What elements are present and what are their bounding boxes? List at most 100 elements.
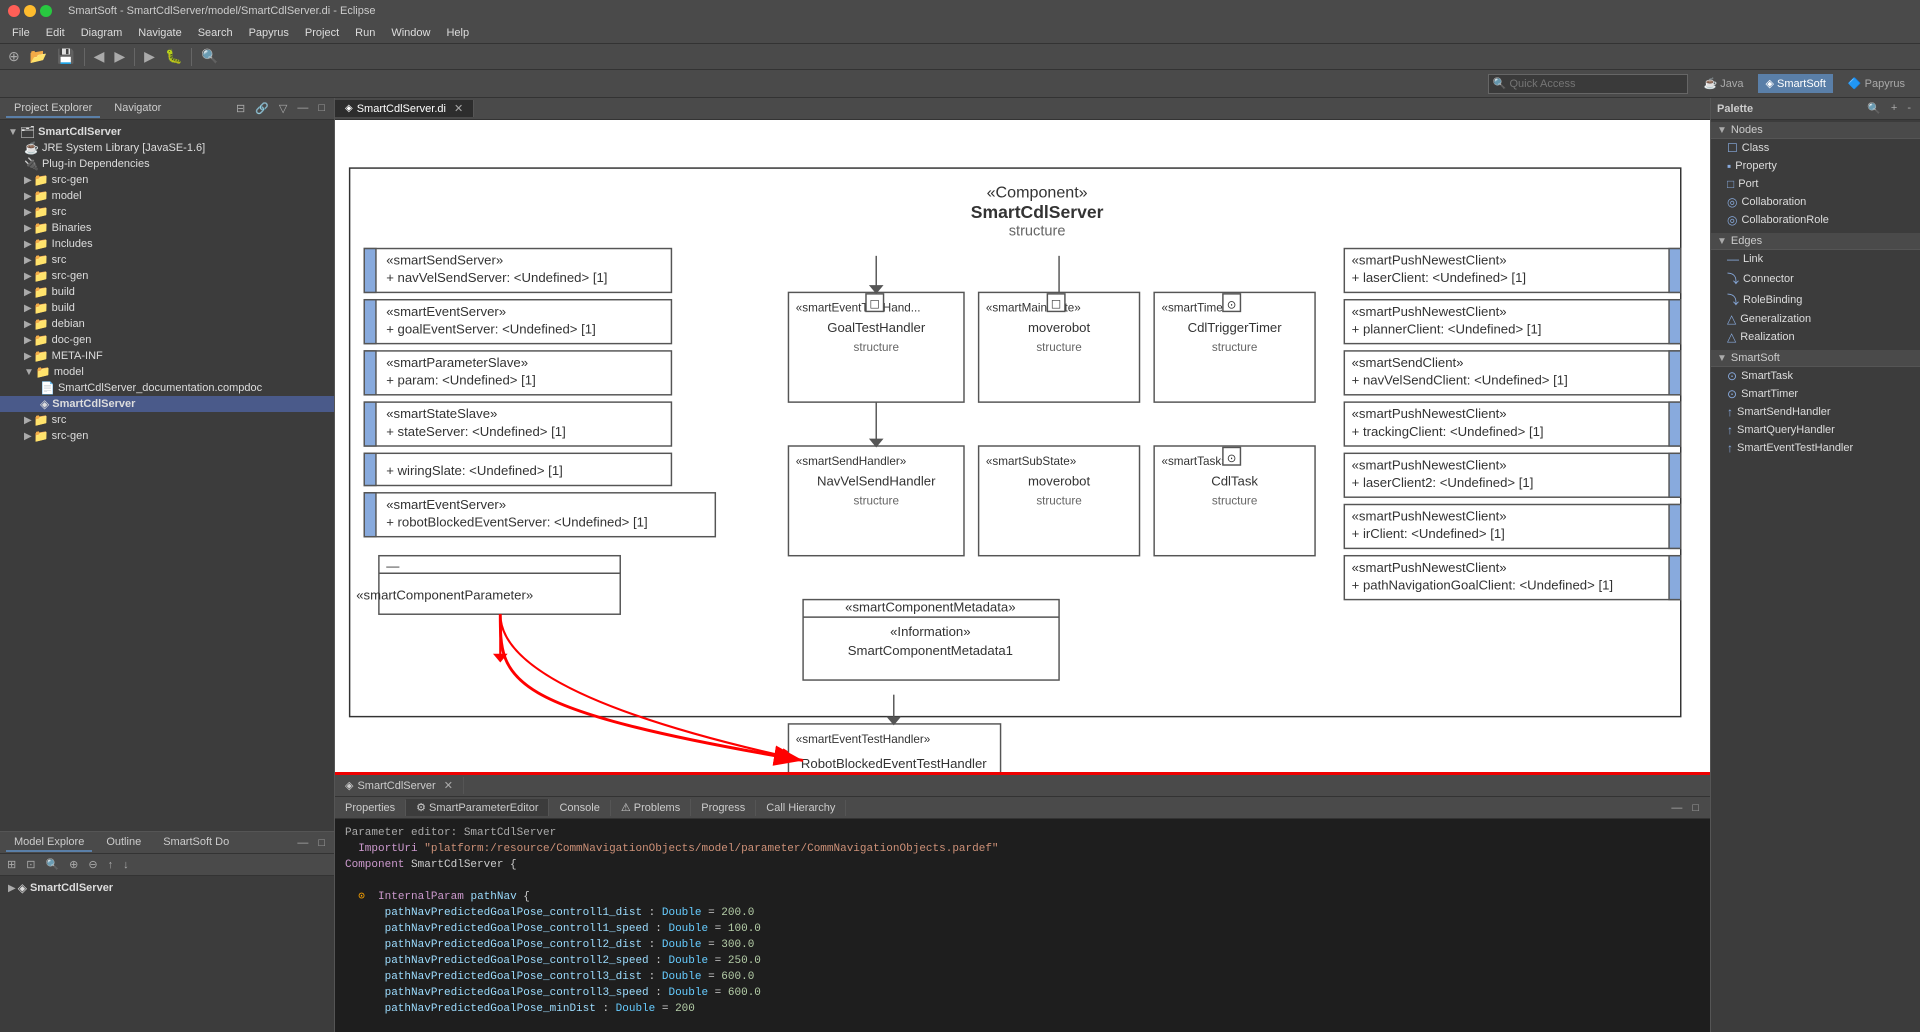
tree-item[interactable]: ▶ 📁 model — [0, 188, 334, 204]
tree-arrow[interactable]: ▶ — [24, 271, 32, 282]
tree-item[interactable]: ▶ 📁 build — [0, 300, 334, 316]
tab-navigator[interactable]: Navigator — [106, 100, 169, 118]
palette-item-smartqueryhandler[interactable]: ↑ SmartQueryHandler — [1711, 421, 1920, 439]
palette-zoom-in[interactable]: + — [1888, 101, 1900, 116]
tree-arrow[interactable]: ▶ — [24, 239, 32, 250]
toolbar-run[interactable]: ▶ — [140, 46, 159, 67]
model-tool-4[interactable]: ⊕ — [66, 857, 81, 872]
toolbar-forward[interactable]: ▶ — [110, 46, 129, 67]
menu-search[interactable]: Search — [190, 25, 241, 41]
palette-item-realization[interactable]: △ Realization — [1711, 328, 1920, 346]
tree-arrow[interactable]: ▶ — [24, 303, 32, 314]
maximize-btn[interactable] — [40, 5, 52, 17]
palette-item-link[interactable]: — Link — [1711, 250, 1920, 268]
tree-item[interactable]: ▶ 📁 doc-gen — [0, 332, 334, 348]
tab-smart-parameter-editor[interactable]: ⚙ SmartParameterEditor — [406, 799, 549, 816]
quick-access-input[interactable] — [1488, 74, 1688, 94]
minimize-view-btn[interactable]: — — [294, 101, 311, 116]
menu-edit[interactable]: Edit — [38, 25, 73, 41]
menu-file[interactable]: File — [4, 25, 38, 41]
bottom-panel-maximize[interactable]: □ — [1689, 801, 1702, 815]
palette-item-collaboration[interactable]: ◎ Collaboration — [1711, 193, 1920, 211]
tree-item-smartcdlserver[interactable]: ◈ SmartCdlServer — [0, 396, 334, 412]
tree-item[interactable]: ▶ 📁 src-gen — [0, 268, 334, 284]
tree-item[interactable]: ▶ 📁 Binaries — [0, 220, 334, 236]
tree-item[interactable]: ▶ 📁 src — [0, 412, 334, 428]
model-tool-2[interactable]: ⊡ — [23, 857, 38, 872]
tree-item[interactable]: 🔌 Plug-in Dependencies — [0, 156, 334, 172]
tree-arrow[interactable]: ▶ — [24, 351, 32, 362]
palette-item-role-binding[interactable]: ⤵ RoleBinding — [1711, 289, 1920, 310]
tree-arrow[interactable]: ▶ — [24, 223, 32, 234]
tree-arrow[interactable]: ▶ — [24, 319, 32, 330]
palette-zoom-out[interactable]: - — [1904, 101, 1914, 116]
model-tool-7[interactable]: ↓ — [120, 858, 132, 872]
menu-project[interactable]: Project — [297, 25, 347, 41]
menu-papyrus[interactable]: Papyrus — [241, 25, 297, 41]
palette-item-smarttask[interactable]: ⊙ SmartTask — [1711, 367, 1920, 385]
tab-console[interactable]: Console — [549, 800, 610, 816]
tab-problems[interactable]: ⚠ Problems — [611, 799, 691, 816]
model-tool-3[interactable]: 🔍 — [42, 857, 62, 872]
collapse-all-btn[interactable]: ⊟ — [233, 101, 248, 116]
tree-item[interactable]: 📄 SmartCdlServer_documentation.compdoc — [0, 380, 334, 396]
menu-help[interactable]: Help — [438, 25, 477, 41]
palette-item-class[interactable]: ☐ Class — [1711, 139, 1920, 157]
tree-arrow[interactable]: ▶ — [24, 191, 32, 202]
palette-item-connector[interactable]: ⤵ Connector — [1711, 268, 1920, 289]
tab-progress[interactable]: Progress — [691, 800, 756, 816]
menu-run[interactable]: Run — [347, 25, 383, 41]
tree-item[interactable]: ▶ 📁 src-gen — [0, 172, 334, 188]
palette-item-property[interactable]: ▪ Property — [1711, 157, 1920, 175]
tree-item[interactable]: ▶ 📁 Includes — [0, 236, 334, 252]
diagram-tab-smartcdlserver[interactable]: ◈ SmartCdlServer.di ✕ — [335, 100, 474, 117]
tree-item[interactable]: ▼ 📁 model — [0, 364, 334, 380]
tab-model-explore[interactable]: Model Explore — [6, 834, 92, 852]
close-btn[interactable] — [8, 5, 20, 17]
palette-item-smarttimer[interactable]: ⊙ SmartTimer — [1711, 385, 1920, 403]
model-tool-5[interactable]: ⊖ — [85, 857, 100, 872]
tree-item[interactable]: ▶ 📁 src-gen — [0, 428, 334, 444]
toolbar-open[interactable]: 📂 — [26, 46, 51, 67]
tree-arrow[interactable]: ▼ — [8, 127, 18, 138]
tree-item[interactable]: ▼ 🗂 SmartCdlServer — [0, 124, 334, 140]
palette-item-smartsendhandler[interactable]: ↑ SmartSendHandler — [1711, 403, 1920, 421]
tree-item[interactable]: ▶ 📁 build — [0, 284, 334, 300]
bottom-panel-minimize[interactable]: — — [1668, 801, 1685, 815]
palette-smartsoft-header[interactable]: ▼ SmartSoft — [1711, 350, 1920, 367]
tab-project-explorer[interactable]: Project Explorer — [6, 100, 100, 118]
palette-item-collaboration-role[interactable]: ◎ CollaborationRole — [1711, 211, 1920, 229]
perspective-papyrus[interactable]: 🔷 Papyrus — [1841, 74, 1912, 93]
palette-item-generalization[interactable]: △ Generalization — [1711, 310, 1920, 328]
palette-edges-header[interactable]: ▼ Edges — [1711, 233, 1920, 250]
diagram-canvas[interactable]: «Component» SmartCdlServer structure «sm… — [335, 120, 1710, 772]
maximize-view-btn[interactable]: □ — [315, 101, 328, 116]
model-tree-item[interactable]: ▶ ◈ SmartCdlServer — [0, 880, 334, 896]
menu-window[interactable]: Window — [383, 25, 438, 41]
tree-item[interactable]: ☕ JRE System Library [JavaSE-1.6] — [0, 140, 334, 156]
perspective-smartsoft[interactable]: ◈ SmartSoft — [1758, 74, 1832, 93]
diagram-tab-secondary[interactable]: ◈ SmartCdlServer ✕ — [335, 777, 464, 794]
tree-arrow[interactable]: ▼ — [24, 367, 34, 378]
toolbar-new[interactable]: ⊕ — [4, 46, 24, 67]
palette-search[interactable]: 🔍 — [1864, 101, 1884, 116]
model-tool-6[interactable]: ↑ — [105, 858, 117, 872]
tree-item[interactable]: ▶ 📁 META-INF — [0, 348, 334, 364]
palette-nodes-header[interactable]: ▼ Nodes — [1711, 122, 1920, 139]
tab-call-hierarchy[interactable]: Call Hierarchy — [756, 800, 846, 816]
tree-arrow[interactable]: ▶ — [24, 431, 32, 442]
palette-item-port[interactable]: □ Port — [1711, 175, 1920, 193]
tree-item[interactable]: ▶ 📁 src — [0, 204, 334, 220]
tree-arrow[interactable]: ▶ — [24, 415, 32, 426]
toolbar-save[interactable]: 💾 — [53, 46, 78, 67]
toolbar-search[interactable]: 🔍 — [197, 46, 222, 67]
tree-item[interactable]: ▶ 📁 debian — [0, 316, 334, 332]
palette-item-smarteventtesthandler[interactable]: ↑ SmartEventTestHandler — [1711, 439, 1920, 457]
menu-navigate[interactable]: Navigate — [130, 25, 189, 41]
perspective-java[interactable]: ☕ Java — [1696, 74, 1750, 93]
tab-outline[interactable]: Outline — [98, 834, 149, 852]
view-menu-btn[interactable]: ▽ — [276, 101, 290, 116]
toolbar-back[interactable]: ◀ — [90, 46, 109, 67]
tab-smartsoft-do[interactable]: SmartSoft Do — [155, 834, 237, 852]
tree-arrow[interactable]: ▶ — [24, 255, 32, 266]
